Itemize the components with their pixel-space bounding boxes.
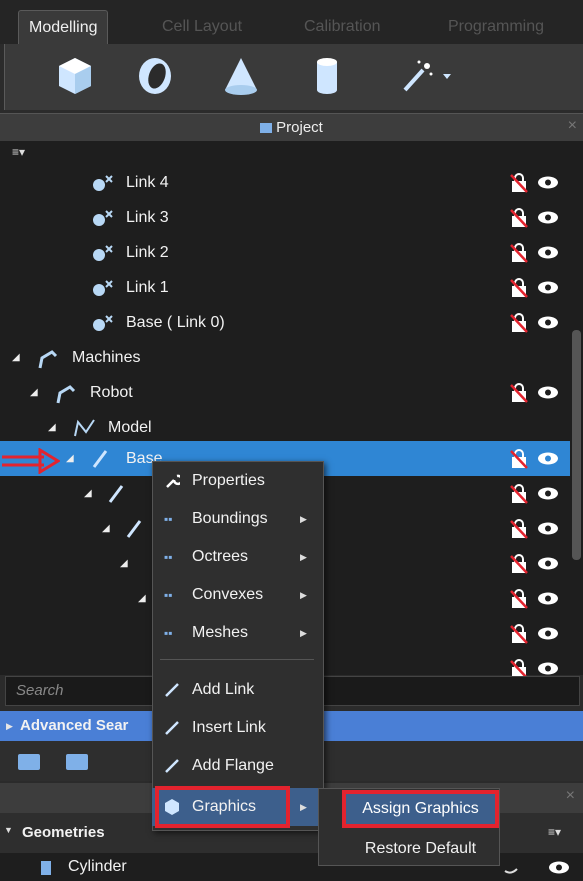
close-icon[interactable]: × bbox=[566, 787, 575, 805]
geometries-title: Geometries bbox=[22, 824, 105, 841]
submenu-arrow-icon: ▶ bbox=[300, 802, 307, 812]
eye-icon[interactable] bbox=[537, 281, 559, 294]
submenu-arrow-icon: ▶ bbox=[300, 514, 307, 524]
eye-icon[interactable] bbox=[537, 557, 559, 570]
dot-dash-icon: ▪▪ bbox=[164, 512, 173, 526]
tab-modelling[interactable]: Modelling bbox=[18, 10, 109, 44]
dot-dash-icon: ▪▪ bbox=[164, 550, 173, 564]
ribbon-tab-bar: Modelling Cell Layout Calibration Progra… bbox=[0, 0, 583, 44]
menu-icon[interactable]: ≡▾ bbox=[548, 825, 561, 839]
menu-separator bbox=[160, 659, 314, 660]
lock-icon[interactable] bbox=[510, 278, 528, 298]
folder-icon[interactable] bbox=[66, 754, 88, 770]
dot-dash-icon: ▪▪ bbox=[164, 626, 173, 640]
submenu-arrow-icon: ▶ bbox=[300, 552, 307, 562]
magic-wand-icon[interactable] bbox=[395, 54, 459, 98]
lock-icon[interactable] bbox=[510, 519, 528, 539]
link-icon bbox=[165, 721, 179, 735]
lock-icon[interactable] bbox=[510, 383, 528, 403]
lock-icon[interactable] bbox=[510, 624, 528, 644]
eye-icon[interactable] bbox=[537, 487, 559, 500]
lock-icon[interactable] bbox=[510, 484, 528, 504]
eye-icon[interactable] bbox=[537, 246, 559, 259]
cube-icon[interactable] bbox=[53, 54, 97, 98]
menu-item-label: Insert Link bbox=[192, 719, 266, 736]
tab-cell-layout[interactable]: Cell Layout bbox=[150, 10, 254, 44]
eye-icon[interactable] bbox=[537, 452, 559, 465]
eye-icon[interactable] bbox=[537, 627, 559, 640]
folder-icon bbox=[260, 123, 273, 133]
tab-programming[interactable]: Programming bbox=[436, 10, 556, 44]
eye-icon[interactable] bbox=[537, 592, 559, 605]
eye-icon[interactable] bbox=[537, 316, 559, 329]
lock-icon[interactable] bbox=[510, 589, 528, 609]
lock-icon[interactable] bbox=[510, 313, 528, 333]
close-icon[interactable]: × bbox=[568, 117, 577, 135]
menu-item-label: Properties bbox=[192, 472, 265, 489]
disc-icon[interactable] bbox=[133, 54, 177, 98]
lock-icon[interactable] bbox=[510, 554, 528, 574]
project-title-label: Project bbox=[276, 119, 323, 136]
cylinder-icon[interactable] bbox=[305, 54, 349, 98]
lock-icon[interactable] bbox=[510, 449, 528, 469]
lock-icon[interactable] bbox=[510, 173, 528, 193]
menu-item-label: Convexes bbox=[192, 586, 264, 603]
eye-icon[interactable] bbox=[537, 176, 559, 189]
menu-item-assign-graphics[interactable]: Assign Graphics bbox=[342, 790, 499, 828]
flange-icon bbox=[165, 759, 179, 773]
eye-icon[interactable] bbox=[537, 662, 559, 675]
geometry-label: Cylinder bbox=[68, 858, 127, 875]
tab-calibration[interactable]: Calibration bbox=[292, 10, 392, 44]
modelling-toolbar bbox=[4, 44, 583, 110]
expand-triangle-icon: ▶ bbox=[6, 721, 13, 731]
collapse-triangle-icon: ▼ bbox=[4, 825, 13, 835]
lock-icon[interactable] bbox=[510, 208, 528, 228]
folder-icon[interactable] bbox=[18, 754, 40, 770]
link-icon bbox=[165, 683, 179, 697]
menu-item-insert-link[interactable]: Insert Link bbox=[152, 709, 324, 747]
eye-icon[interactable] bbox=[537, 522, 559, 535]
menu-item-boundings[interactable]: ▪▪ Boundings ▶ bbox=[152, 500, 324, 538]
menu-item-label: Boundings bbox=[192, 510, 268, 527]
eye-icon[interactable] bbox=[537, 211, 559, 224]
scrollbar-thumb[interactable] bbox=[572, 330, 581, 560]
lock-icon[interactable] bbox=[510, 243, 528, 263]
project-title: Project bbox=[0, 114, 583, 142]
wrench-icon bbox=[166, 474, 180, 488]
menu-item-convexes[interactable]: ▪▪ Convexes ▶ bbox=[152, 576, 324, 614]
submenu-arrow-icon: ▶ bbox=[300, 590, 307, 600]
link-chain-icon[interactable] bbox=[503, 861, 519, 875]
eye-icon[interactable] bbox=[537, 386, 559, 399]
menu-item-octrees[interactable]: ▪▪ Octrees ▶ bbox=[152, 538, 324, 576]
menu-item-label: Add Link bbox=[192, 681, 255, 698]
submenu-arrow-icon: ▶ bbox=[300, 628, 307, 638]
menu-item-restore-default[interactable]: Restore Default bbox=[342, 830, 499, 868]
menu-item-label: Octrees bbox=[192, 548, 249, 565]
menu-item-properties[interactable]: Properties bbox=[152, 462, 324, 500]
cone-icon[interactable] bbox=[219, 54, 263, 98]
menu-item-add-link[interactable]: Add Link bbox=[152, 671, 324, 709]
menu-item-add-flange[interactable]: Add Flange bbox=[152, 747, 324, 785]
advanced-search-label: Advanced Sear bbox=[20, 717, 129, 734]
menu-item-label: Meshes bbox=[192, 624, 249, 641]
red-arrow-icon bbox=[2, 448, 60, 474]
project-panel-header: Project × bbox=[0, 113, 583, 141]
menu-item-label: Add Flange bbox=[192, 757, 274, 774]
cylinder-icon bbox=[41, 861, 51, 875]
eye-icon[interactable] bbox=[548, 861, 570, 874]
menu-item-meshes[interactable]: ▪▪ Meshes ▶ bbox=[152, 614, 324, 652]
red-highlight-box bbox=[155, 786, 290, 828]
dot-dash-icon: ▪▪ bbox=[164, 588, 173, 602]
